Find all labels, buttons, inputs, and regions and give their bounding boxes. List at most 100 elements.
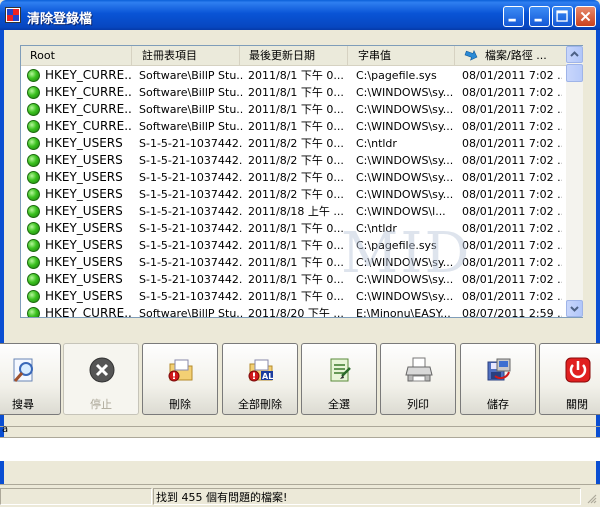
delete-button[interactable]: 刪除 (142, 343, 218, 415)
cell-registry-key: S-1-5-21-1037442... (139, 290, 243, 303)
cell-last-modified: 2011/8/1 下午 0... (248, 120, 344, 133)
cell-string-value: C:\WINDOWS\l... (356, 205, 446, 218)
window-frame-left (0, 30, 4, 507)
title-bar[interactable]: 清除登錄檔 (0, 0, 600, 30)
select-all-button[interactable]: 全選 (301, 343, 377, 415)
small-label: a (2, 424, 9, 435)
minimize-button-2[interactable] (529, 6, 550, 27)
minimize-icon (534, 18, 542, 22)
cell-registry-key: S-1-5-21-1037442... (139, 137, 243, 150)
action-toolbar: 搜尋 停止 刪除 AL 全部刪除 全選 列印 儲存 關閉 (0, 337, 600, 421)
list-item[interactable]: HKEY_USERS S-1-5-21-1037442... 2011/8/1 下午… (21, 237, 566, 254)
list-item[interactable]: HKEY_CURRE... Software\BillP Stu... 2011/8… (21, 305, 566, 317)
status-message: 找到 455 個有問題的檔案! (156, 491, 288, 504)
cell-registry-key: S-1-5-21-1037442... (139, 222, 243, 235)
search-button[interactable]: 搜尋 (0, 343, 61, 415)
status-ok-icon (27, 307, 40, 317)
cell-file-path: 08/01/2011 7:02 ... (462, 239, 562, 252)
close-window-button[interactable] (575, 6, 596, 27)
cell-registry-key: S-1-5-21-1037442... (139, 273, 243, 286)
cell-registry-key: Software\BillP Stu... (139, 69, 243, 82)
cell-registry-key: Software\BillP Stu... (139, 120, 243, 133)
list-item[interactable]: HKEY_USERS S-1-5-21-1037442... 2011/8/1 下午… (21, 254, 566, 271)
cell-file-path: 08/01/2011 7:02 ... (462, 205, 562, 218)
details-field[interactable] (0, 437, 600, 461)
delete-button-label: 刪除 (169, 398, 191, 411)
cell-root: HKEY_USERS (45, 204, 123, 218)
cell-string-value: C:\WINDOWS\sy... (356, 273, 454, 286)
separator (0, 426, 600, 427)
cell-root: HKEY_USERS (45, 170, 123, 184)
search-icon (13, 358, 33, 382)
cell-file-path: 08/01/2011 7:02 ... (462, 154, 562, 167)
exit-button-label: 關閉 (566, 398, 588, 411)
maximize-button[interactable] (552, 6, 573, 27)
column-header-string-value[interactable]: 字串值 (348, 46, 455, 66)
column-header-root[interactable]: Root (21, 46, 132, 66)
save-button[interactable]: 儲存 (460, 343, 536, 415)
cell-last-modified: 2011/8/1 下午 0... (248, 273, 344, 286)
cell-root: HKEY_CURRE... (45, 119, 133, 133)
cell-last-modified: 2011/8/2 下午 0... (248, 154, 344, 167)
list-item[interactable]: HKEY_USERS S-1-5-21-1037442... 2011/8/1 下午… (21, 220, 566, 237)
chevron-down-icon (570, 306, 579, 312)
delete-folder-icon (168, 359, 193, 382)
list-item[interactable]: HKEY_CURRE... Software\BillP Stu... 2011/8… (21, 67, 566, 84)
exit-button[interactable]: 關閉 (539, 343, 600, 415)
vertical-scrollbar[interactable] (566, 46, 583, 317)
cell-string-value: C:\pagefile.sys (356, 69, 437, 82)
status-ok-icon (27, 86, 40, 99)
status-segment-left (0, 488, 152, 505)
cell-string-value: E:\Minonu\EASY... (356, 307, 451, 317)
list-item[interactable]: HKEY_CURRE... Software\BillP Stu... 2011/8… (21, 118, 566, 135)
resize-grip-icon[interactable] (585, 492, 597, 504)
list-item[interactable]: HKEY_USERS S-1-5-21-1037442... 2011/8/2 下午… (21, 169, 566, 186)
results-list[interactable]: Root 註冊表項目 最後更新日期 字串值 檔案/路徑 ... HKEY_CUR… (20, 45, 583, 318)
cell-last-modified: 2011/8/1 下午 0... (248, 290, 344, 303)
cell-root: HKEY_CURRE... (45, 68, 133, 82)
status-ok-icon (27, 222, 40, 235)
scroll-thumb[interactable] (566, 64, 583, 82)
column-header-last-modified[interactable]: 最後更新日期 (240, 46, 348, 66)
cell-string-value: C:\WINDOWS\sy... (356, 188, 454, 201)
cell-file-path: 08/01/2011 7:02 ... (462, 188, 562, 201)
cell-file-path: 08/01/2011 7:02 ... (462, 273, 562, 286)
list-item[interactable]: HKEY_USERS S-1-5-21-1037442... 2011/8/1 下午… (21, 271, 566, 288)
cell-file-path: 08/01/2011 7:02 ... (462, 290, 562, 303)
cell-root: HKEY_CURRE... (45, 85, 133, 99)
cell-registry-key: S-1-5-21-1037442... (139, 154, 243, 167)
list-item[interactable]: HKEY_USERS S-1-5-21-1037442... 2011/8/2 下午… (21, 135, 566, 152)
list-item[interactable]: HKEY_USERS S-1-5-21-1037442... 2011/8/1 下午… (21, 288, 566, 305)
cell-root: HKEY_USERS (45, 272, 123, 286)
list-item[interactable]: HKEY_USERS S-1-5-21-1037442... 2011/8/2 下午… (21, 152, 566, 169)
cell-file-path: 08/01/2011 7:02 ... (462, 120, 562, 133)
svg-text:AL: AL (262, 372, 273, 381)
minimize-button[interactable] (503, 6, 524, 27)
power-icon (565, 357, 591, 383)
column-header-file-path[interactable]: 檔案/路徑 ... (455, 46, 566, 66)
list-item[interactable]: HKEY_CURRE... Software\BillP Stu... 2011/8… (21, 101, 566, 118)
status-ok-icon (27, 103, 40, 116)
list-item[interactable]: HKEY_CURRE... Software\BillP Stu... 2011/8… (21, 84, 566, 101)
cell-last-modified: 2011/8/20 下午 ... (248, 307, 344, 317)
stop-button[interactable]: 停止 (63, 343, 139, 415)
cell-last-modified: 2011/8/1 下午 0... (248, 86, 344, 99)
list-item[interactable]: HKEY_USERS S-1-5-21-1037442... 2011/8/18 上… (21, 203, 566, 220)
cell-registry-key: Software\BillP Stu... (139, 307, 243, 317)
printer-icon (405, 357, 433, 382)
list-item[interactable]: HKEY_USERS S-1-5-21-1037442... 2011/8/2 下午… (21, 186, 566, 203)
cell-last-modified: 2011/8/1 下午 0... (248, 256, 344, 269)
print-button[interactable]: 列印 (380, 343, 456, 415)
cell-file-path: 08/01/2011 7:02 ... (462, 222, 562, 235)
chevron-up-icon (570, 51, 579, 57)
scroll-up-button[interactable] (566, 46, 583, 63)
status-ok-icon (27, 205, 40, 218)
status-ok-icon (27, 239, 40, 252)
cell-string-value: C:\WINDOWS\sy... (356, 256, 454, 269)
print-button-label: 列印 (407, 398, 429, 411)
delete-all-button[interactable]: AL 全部刪除 (222, 343, 298, 415)
scroll-down-button[interactable] (566, 300, 583, 317)
cell-last-modified: 2011/8/2 下午 0... (248, 137, 344, 150)
column-header-registry-key[interactable]: 註冊表項目 (132, 46, 240, 66)
status-ok-icon (27, 290, 40, 303)
